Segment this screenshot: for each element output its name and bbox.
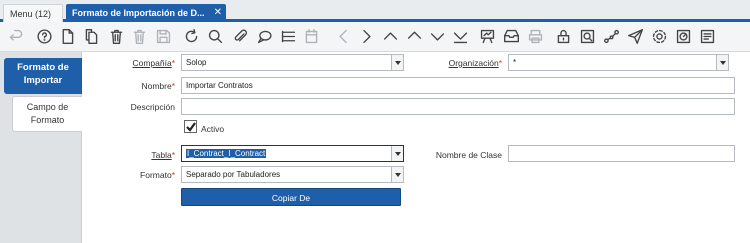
find-icon[interactable] xyxy=(205,26,225,46)
organization-select[interactable]: * xyxy=(508,54,729,71)
format-label: Formato* xyxy=(140,170,175,180)
description-label: Descripción xyxy=(130,102,175,112)
side-tab-import-format[interactable]: Formato de Importar xyxy=(4,58,82,94)
previous-record-icon[interactable] xyxy=(333,26,353,46)
company-value: Solop xyxy=(186,58,207,67)
chevron-down-icon[interactable] xyxy=(391,146,403,161)
name-value: Importar Contratos xyxy=(186,81,253,90)
close-icon[interactable]: ✕ xyxy=(214,4,222,22)
class-name-label: Nombre de Clase xyxy=(435,150,502,160)
side-tab-format-field[interactable]: Campo de Formato xyxy=(12,96,82,132)
lock-icon[interactable] xyxy=(553,26,573,46)
grid-toggle-icon[interactable] xyxy=(278,26,298,46)
save-icon[interactable] xyxy=(153,26,173,46)
settings-icon[interactable] xyxy=(649,26,669,46)
side-tab-label: Campo de xyxy=(26,102,69,112)
name-field[interactable]: Importar Contratos xyxy=(181,77,735,94)
refresh-icon[interactable] xyxy=(181,26,201,46)
parent-record-icon[interactable] xyxy=(380,26,400,46)
description-field[interactable] xyxy=(181,98,735,115)
print-icon[interactable] xyxy=(525,26,545,46)
side-panel: Formato de Importar Campo de Formato xyxy=(0,52,82,243)
table-value: I_Contract_I_Contract xyxy=(186,149,267,158)
attachment-icon[interactable] xyxy=(230,26,250,46)
customize-icon[interactable] xyxy=(697,26,717,46)
tab-title: Formato de Importación de D... xyxy=(72,8,205,18)
active-checkbox[interactable] xyxy=(184,120,197,133)
zoom-across-icon[interactable] xyxy=(577,26,597,46)
tab-import-format[interactable]: Formato de Importación de D... ✕ xyxy=(66,4,226,22)
format-select[interactable]: Separado por Tabuladores xyxy=(181,166,404,183)
window-tab-bar: Menu (12) Formato de Importación de D...… xyxy=(0,0,750,22)
tab-menu[interactable]: Menu (12) xyxy=(3,4,63,22)
help-icon[interactable] xyxy=(34,26,54,46)
side-tab-label: Formato xyxy=(30,115,65,125)
delete-icon[interactable] xyxy=(106,26,126,46)
parent-record-icon[interactable] xyxy=(404,26,424,46)
undo-icon[interactable] xyxy=(6,26,26,46)
chevron-down-icon[interactable] xyxy=(716,55,728,70)
new-record-icon[interactable] xyxy=(57,26,77,46)
active-label: Activo xyxy=(201,124,225,134)
process-icon[interactable] xyxy=(673,26,693,46)
archive-icon[interactable] xyxy=(501,26,521,46)
table-label: Tabla* xyxy=(151,150,175,160)
chevron-down-icon[interactable] xyxy=(391,55,403,70)
last-record-icon[interactable] xyxy=(450,26,470,46)
company-select[interactable]: Solop xyxy=(181,54,404,71)
side-tab-label: Importar xyxy=(23,75,63,86)
toolbar xyxy=(0,22,750,52)
workflow-icon[interactable] xyxy=(601,26,621,46)
calendar-icon[interactable] xyxy=(301,26,321,46)
chat-icon[interactable] xyxy=(254,26,274,46)
company-label: Compañía* xyxy=(132,58,175,68)
checkmark-icon xyxy=(186,122,196,132)
chevron-down-icon[interactable] xyxy=(391,167,403,182)
report-icon[interactable] xyxy=(477,26,497,46)
copy-from-button[interactable]: Copiar De xyxy=(181,188,401,206)
delete-selection-icon[interactable] xyxy=(129,26,149,46)
send-icon[interactable] xyxy=(625,26,645,46)
next-record-icon[interactable] xyxy=(356,26,376,46)
detail-record-icon[interactable] xyxy=(427,26,447,46)
class-name-field[interactable] xyxy=(508,145,735,162)
name-label: Nombre* xyxy=(141,81,175,91)
table-select[interactable]: I_Contract_I_Contract xyxy=(181,145,404,162)
copy-record-icon[interactable] xyxy=(81,26,101,46)
side-tab-label: Formato de xyxy=(17,62,69,73)
format-value: Separado por Tabuladores xyxy=(186,170,281,179)
organization-value: * xyxy=(513,58,517,67)
organization-label: Organización* xyxy=(448,58,502,68)
